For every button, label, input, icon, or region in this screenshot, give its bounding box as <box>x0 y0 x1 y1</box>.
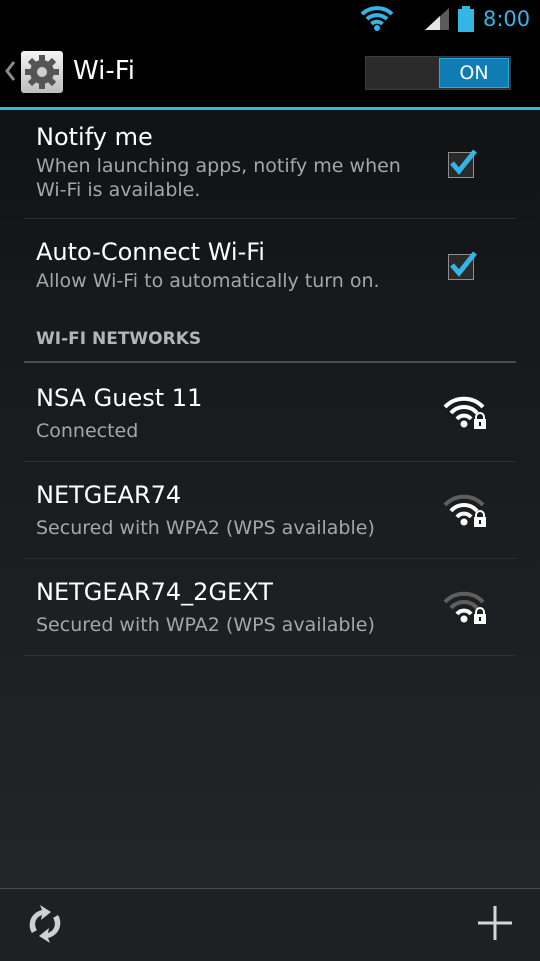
auto-connect-checkbox[interactable] <box>448 251 477 280</box>
network-status: Connected <box>36 420 139 442</box>
checkmark-icon <box>450 149 477 175</box>
section-header-wifi-networks: WI-FI NETWORKS <box>36 329 202 349</box>
pref-notify-me[interactable]: Notify me When launching apps, notify me… <box>36 123 401 202</box>
divider <box>24 461 516 462</box>
action-bar: Wi-Fi ON <box>0 38 540 107</box>
pref-summary-line1: Allow Wi-Fi to automatically turn on. <box>36 270 380 292</box>
wifi-status-icon <box>360 6 394 31</box>
wifi-toggle[interactable]: ON <box>365 56 511 90</box>
cell-signal-icon <box>425 8 449 30</box>
battery-icon <box>458 6 474 32</box>
divider <box>24 218 516 219</box>
network-status: Secured with WPA2 (WPS available) <box>36 517 375 539</box>
settings-app-icon[interactable] <box>20 50 64 94</box>
action-bar-divider <box>0 107 540 110</box>
checkmark-icon <box>450 251 477 277</box>
divider <box>24 558 516 559</box>
network-status: Secured with WPA2 (WPS available) <box>36 614 375 636</box>
status-time: 8:00 <box>483 7 531 31</box>
back-chevron-icon[interactable] <box>4 60 16 82</box>
section-divider <box>24 361 516 363</box>
notify-me-checkbox[interactable] <box>448 149 477 178</box>
network-name: NETGEAR74 <box>36 481 182 509</box>
wifi-locked-icon <box>443 591 486 624</box>
network-item[interactable]: NETGEAR74_2GEXT Secured with WPA2 (WPS a… <box>36 578 375 636</box>
toggle-on-label: ON <box>439 58 509 88</box>
status-bar: 8:00 <box>0 0 540 38</box>
page-title: Wi-Fi <box>73 56 136 86</box>
divider <box>24 655 516 656</box>
wifi-locked-icon <box>443 396 486 429</box>
network-item[interactable]: NETGEAR74 Secured with WPA2 (WPS availab… <box>36 481 375 539</box>
network-name: NSA Guest 11 <box>36 384 203 412</box>
pref-title: Notify me <box>36 123 153 151</box>
pref-title: Auto-Connect Wi-Fi <box>36 238 265 266</box>
scan-icon[interactable] <box>24 903 66 945</box>
network-name: NETGEAR74_2GEXT <box>36 578 273 606</box>
add-network-icon[interactable] <box>475 903 515 943</box>
pref-summary-line2: Wi-Fi is available. <box>36 179 201 201</box>
network-item[interactable]: NSA Guest 11 Connected <box>36 384 202 442</box>
pref-auto-connect[interactable]: Auto-Connect Wi-Fi Allow Wi-Fi to automa… <box>36 238 380 293</box>
wifi-locked-icon <box>443 494 486 527</box>
pref-summary-line1: When launching apps, notify me when <box>36 155 401 177</box>
bottom-action-bar <box>0 888 540 961</box>
